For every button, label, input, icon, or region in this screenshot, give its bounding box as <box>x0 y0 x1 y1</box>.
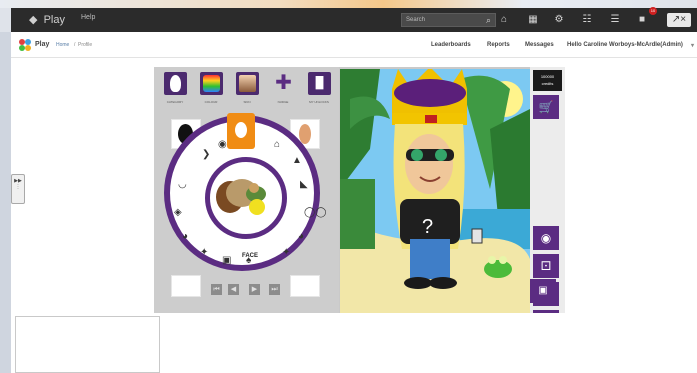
prev-page-button[interactable]: ◀ <box>228 284 239 295</box>
camera-button[interactable]: ◉ <box>533 226 559 250</box>
accessory-icon[interactable]: ✦ <box>282 247 290 258</box>
next-page-button[interactable]: ▶ <box>249 284 260 295</box>
search-icon[interactable]: ⌕ <box>486 15 491 26</box>
beard-icon[interactable]: ◕ <box>182 231 188 242</box>
background-icon[interactable]: ▣ <box>222 255 231 266</box>
settings-icon[interactable]: ⚙ <box>552 13 566 27</box>
chat-icon[interactable]: ■ <box>635 13 649 27</box>
last-page-button[interactable]: ⏭ <box>269 284 280 295</box>
face-category-tab[interactable] <box>227 113 255 149</box>
first-page-button[interactable]: ⏮ <box>211 284 222 295</box>
colour-icon <box>203 75 220 92</box>
editor-right-panel: 100000 credits 🛒 ◉ ⚀ ↺ <box>530 67 565 313</box>
save-icon: ▣ <box>538 285 548 296</box>
search-placeholder: Search <box>406 17 426 23</box>
nav-messages[interactable]: Messages <box>525 42 554 48</box>
tab-category[interactable] <box>164 72 187 95</box>
avatar-editor: CATEGORY COLOUR SKIN ✚ NUDGE █ MY UNLOCK… <box>154 67 565 313</box>
face-egg-icon <box>235 122 247 138</box>
main-page: Play Home / Profile Leaderboards Reports… <box>11 32 697 373</box>
breadcrumb-profile: Profile <box>78 42 93 48</box>
camera-icon: ◉ <box>540 231 552 245</box>
credits-amount: 100000 <box>540 74 555 79</box>
tab-nudge-label: NUDGE <box>277 100 289 104</box>
credits-display: 100000 credits <box>533 70 562 91</box>
nudge-icon[interactable]: ✚ <box>272 72 295 95</box>
jacket-icon[interactable]: ▲ <box>292 155 302 166</box>
glasses-icon[interactable]: ◯◯ <box>304 207 326 218</box>
play-brand-icon <box>19 39 31 51</box>
save-disk-button[interactable]: ▣ <box>530 279 556 303</box>
home-icon[interactable]: ⌂ <box>497 13 511 27</box>
top-search-input[interactable]: Search ⌕ <box>401 13 496 27</box>
shoe-icon[interactable]: ◣ <box>300 179 308 190</box>
thumbnail-lower-left[interactable] <box>171 275 201 297</box>
hair-icon[interactable]: ◈ <box>174 207 182 218</box>
cart-icon: 🛒 <box>538 100 554 114</box>
editor-left-panel: CATEGORY COLOUR SKIN ✚ NUDGE █ MY UNLOCK… <box>154 67 339 313</box>
notification-badge: 10 <box>649 7 657 15</box>
tab-unlocks-label: MY UNLOCKS <box>309 100 329 104</box>
nav-reports[interactable]: Reports <box>487 42 510 48</box>
randomize-button[interactable]: ⚀ <box>533 254 559 278</box>
nav-leaderboards[interactable]: Leaderboards <box>431 42 471 48</box>
puzzle-icon[interactable]: ▦ <box>526 13 540 27</box>
breadcrumb-home[interactable]: Home <box>56 42 69 48</box>
side-panel-toggle[interactable]: ▶▶ ⋮ <box>11 174 25 204</box>
grid-icon[interactable]: ☷ <box>580 13 594 27</box>
beach-avatar-illustration: ? <box>340 69 530 313</box>
category-icon <box>170 75 181 92</box>
thumbnail-lower-right[interactable] <box>290 275 320 297</box>
brand-name: Play <box>35 41 50 48</box>
hat-icon[interactable]: ◕ <box>298 231 304 242</box>
tab-category-label: CATEGORY <box>166 100 184 104</box>
tab-skin[interactable] <box>236 72 259 95</box>
dice-icon: ⚀ <box>540 259 552 273</box>
wheel-label: FACE <box>242 253 259 259</box>
mouth-icon[interactable]: ◡ <box>178 179 187 190</box>
shop-cart-button[interactable]: 🛒 <box>533 95 559 119</box>
lock-icon[interactable]: █ <box>308 72 331 95</box>
play-logo[interactable]: ◆ Play <box>29 13 65 26</box>
tab-skin-label: SKIN <box>243 100 251 104</box>
user-greeting[interactable]: Hello Caroline Worboys-McArdle(Admin) <box>567 42 683 48</box>
wheel-hub <box>205 157 287 239</box>
page-header: Play Home / Profile Leaderboards Reports… <box>11 32 697 58</box>
credits-label: credits <box>541 81 554 86</box>
help-link[interactable]: Help <box>81 14 95 21</box>
window-top-strip <box>0 0 697 8</box>
list-icon[interactable]: ☰ <box>608 13 622 27</box>
expand-icon[interactable]: ↗× <box>667 13 691 27</box>
avatar-preview-scene: ? <box>340 69 530 313</box>
tab-colour[interactable] <box>200 72 223 95</box>
play-logo-text: Play <box>43 14 65 26</box>
blank-panel <box>15 316 160 373</box>
face-options-icon <box>216 179 266 215</box>
nose-icon[interactable]: ❯ <box>202 149 210 160</box>
skin-icon <box>239 75 256 92</box>
save-button[interactable] <box>533 310 559 313</box>
left-gutter <box>0 32 11 373</box>
breadcrumb-separator: / <box>74 42 76 48</box>
svg-text:?: ? <box>422 216 433 238</box>
user-menu-chevron-icon[interactable]: ▾ <box>691 42 694 49</box>
tab-colour-label: COLOUR <box>204 100 218 104</box>
top-navigation-bar: ◆ Play Help Search ⌕ ⌂ ▦ ⚙ ☷ ☰ ■ 10 ↗× <box>11 7 697 32</box>
shirt-icon[interactable]: ⌂ <box>274 139 280 150</box>
tie-icon[interactable]: ✦ <box>200 247 208 258</box>
